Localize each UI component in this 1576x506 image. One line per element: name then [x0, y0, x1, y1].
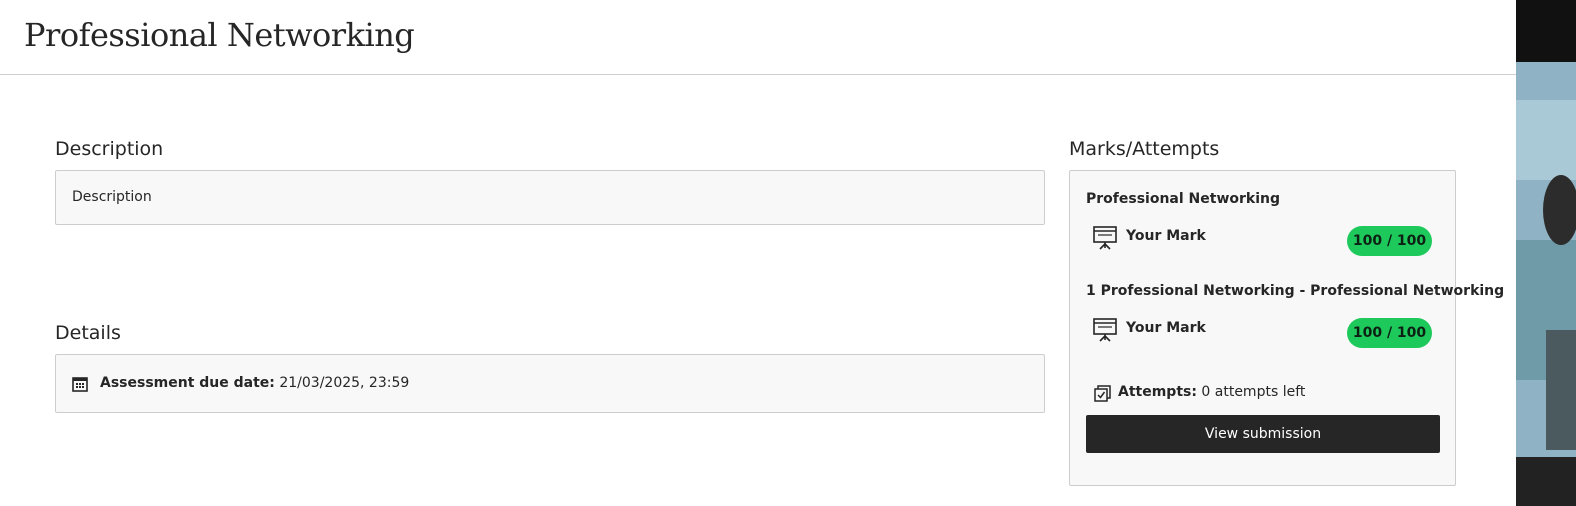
presentation-icon: [1093, 226, 1117, 250]
description-heading: Description: [55, 138, 164, 160]
main-content: Professional Networking Description Desc…: [0, 0, 1516, 506]
details-heading: Details: [55, 322, 121, 344]
marks-panel: Professional Networking Your Mark 100 / …: [1069, 170, 1504, 486]
due-date-line: Assessment due date: 21/03/2025, 23:59: [100, 375, 409, 391]
due-date-value: 21/03/2025, 23:59: [279, 375, 410, 391]
mark-label: Your Mark: [1126, 228, 1206, 244]
description-panel: Description: [55, 170, 1045, 225]
details-panel: Assessment due date: 21/03/2025, 23:59: [55, 354, 1045, 413]
background-photo: [1516, 0, 1576, 506]
view-submission-button[interactable]: View submission: [1086, 415, 1440, 453]
page-header: Professional Networking: [0, 0, 1516, 75]
score-badge: 100 / 100: [1347, 226, 1432, 256]
calendar-icon: [72, 377, 88, 392]
attempts-line: Attempts: 0 attempts left: [1118, 384, 1305, 400]
presentation-icon: [1093, 318, 1117, 342]
mark-item-title: Professional Networking: [1086, 191, 1280, 207]
mark-item-title: 1 Professional Networking - Professional…: [1086, 283, 1505, 299]
mark-label: Your Mark: [1126, 320, 1206, 336]
score-badge: 100 / 100: [1347, 318, 1432, 348]
due-date-label: Assessment due date:: [100, 375, 275, 391]
description-text: Description: [72, 189, 152, 205]
attempts-icon: [1094, 385, 1111, 402]
attempts-value: 0 attempts left: [1201, 384, 1306, 400]
marks-heading: Marks/Attempts: [1069, 138, 1220, 160]
background-image-strip: [1516, 0, 1576, 506]
attempts-label: Attempts:: [1118, 384, 1197, 400]
page-title: Professional Networking: [24, 16, 415, 54]
